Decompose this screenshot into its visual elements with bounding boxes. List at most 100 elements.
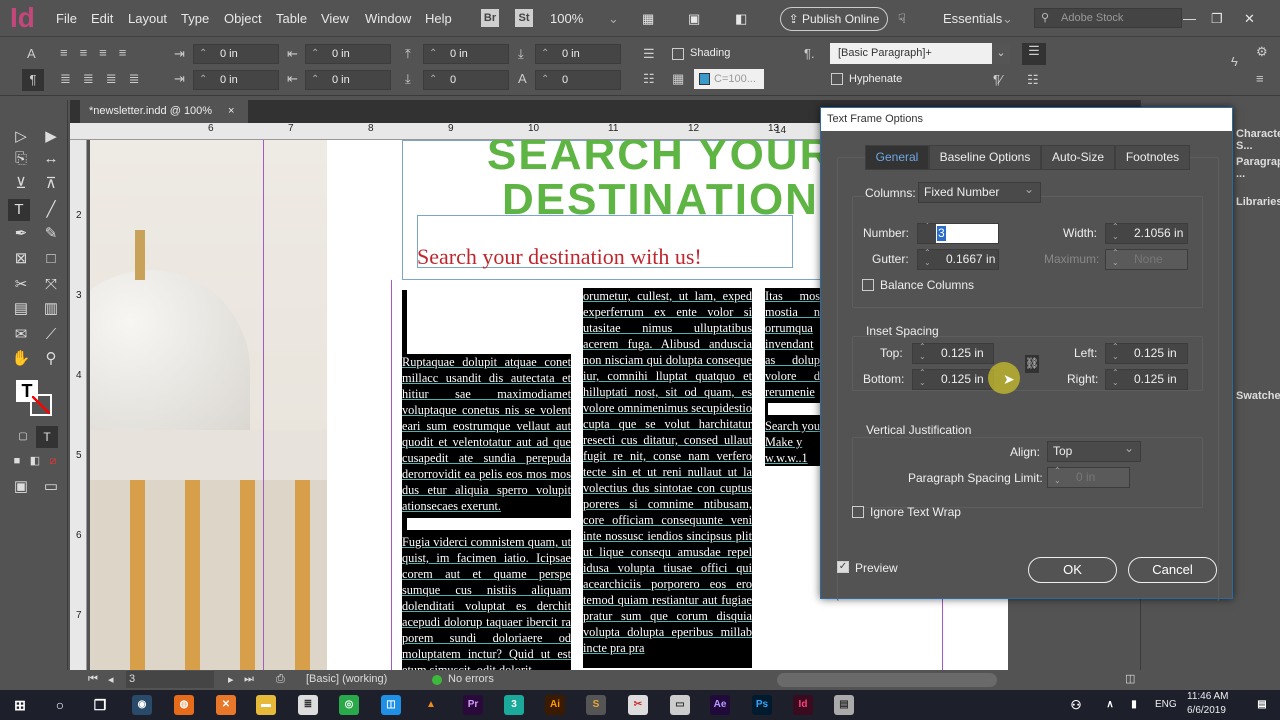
cancel-button[interactable]: Cancel — [1128, 557, 1217, 583]
clock-time[interactable]: 11:46 AM — [1187, 691, 1229, 702]
chevron-down-icon[interactable]: ⌄ — [1002, 11, 1013, 27]
pen-tool-icon[interactable]: ✒ — [10, 223, 32, 245]
last-line-indent-input[interactable]: 0 in — [305, 70, 391, 90]
pencil-tool-icon[interactable]: ✎ — [40, 223, 62, 245]
shading-color-select[interactable]: C=100... — [694, 69, 764, 89]
menu-table[interactable]: Table — [276, 11, 307, 26]
mosque-photo[interactable] — [90, 140, 327, 670]
inset-top-input[interactable]: 0.125 in — [912, 342, 994, 364]
shading-swatch-icon[interactable]: ▦ — [672, 71, 684, 87]
tab-auto-size[interactable]: Auto-Size — [1041, 145, 1115, 170]
split-window-icon[interactable]: ◫ — [1125, 672, 1135, 685]
menu-object[interactable]: Object — [224, 11, 262, 26]
photoshop-icon[interactable]: Ps — [752, 695, 772, 715]
document-tab[interactable]: *newsletter.indd @ 100% × — [80, 100, 248, 123]
language-indicator[interactable]: ENG — [1155, 699, 1177, 710]
stepper-icon[interactable] — [918, 224, 936, 243]
content-collector-icon[interactable]: ⊻ — [10, 173, 32, 195]
3dsmax-icon[interactable]: 3 — [504, 695, 524, 715]
restore-button[interactable]: ❐ — [1211, 11, 1223, 27]
rectangle-tool-icon[interactable]: □ — [40, 248, 62, 270]
stroke-none-icon[interactable] — [30, 394, 52, 416]
gradient-swatch-tool-icon[interactable]: ▤ — [10, 298, 32, 320]
bridge-button[interactable]: Br — [481, 9, 499, 27]
previous-page-icon[interactable]: ◂ — [108, 673, 114, 686]
drop-cap-chars-input[interactable]: 0 — [535, 70, 621, 90]
minimize-button[interactable]: — — [1183, 11, 1196, 26]
content-placer-icon[interactable]: ⊼ — [40, 173, 62, 195]
eyedropper-tool-icon[interactable]: ⟋ — [40, 324, 62, 346]
type-tool-icon[interactable]: T — [8, 199, 30, 221]
gap-tool-icon[interactable]: ↔ — [40, 148, 62, 170]
screen-recorder-icon[interactable]: ◫ — [381, 695, 401, 715]
adobe-stock-search[interactable]: ⚲ Adobe Stock — [1034, 8, 1182, 28]
scissors-tool-icon[interactable]: ✂ — [10, 274, 32, 296]
paragraph-style-select[interactable]: [Basic Paragraph]+ ⌄ — [830, 43, 1010, 64]
width-input[interactable]: 2.1056 in — [1105, 222, 1188, 244]
menu-window[interactable]: Window — [365, 11, 411, 26]
open-page-icon[interactable]: ⎙ — [276, 673, 285, 686]
text-column-2[interactable]: orumetur, cullest, ut lam, exped experfe… — [583, 288, 752, 668]
hand-tool-icon[interactable]: ✋ — [10, 348, 32, 370]
shading-checkbox[interactable] — [672, 48, 684, 60]
zoom-tool-icon[interactable]: ⚲ — [40, 348, 62, 370]
panel-paragraph-styles[interactable]: Paragraph ... — [1236, 156, 1280, 180]
horizontal-ruler[interactable]: 6 7 8 9 10 11 12 13 — [70, 123, 820, 140]
sublime-icon[interactable]: S — [586, 695, 606, 715]
selection-tool-icon[interactable]: ▷ — [10, 126, 32, 148]
first-page-icon[interactable]: ⏮ — [88, 673, 98, 686]
tray-app-icon[interactable]: ▮ — [1124, 695, 1144, 715]
chevron-down-icon[interactable]: ⌄ — [608, 11, 619, 27]
apply-none-icon[interactable]: ⧄ — [42, 450, 64, 472]
ignore-text-wrap-checkbox[interactable] — [852, 506, 864, 518]
panel-character-styles[interactable]: Character S... — [1236, 128, 1280, 152]
after-effects-icon[interactable]: Ae — [710, 695, 730, 715]
left-indent-input[interactable]: 0 in — [193, 44, 279, 64]
chrome-icon[interactable]: ◎ — [339, 695, 359, 715]
note-tool-icon[interactable]: ✉ — [10, 324, 32, 346]
ok-button[interactable]: OK — [1028, 557, 1117, 583]
gutter-input[interactable]: 0.1667 in — [917, 248, 999, 270]
menu-help[interactable]: Help — [425, 11, 452, 26]
formatting-text-icon[interactable]: T — [36, 426, 58, 448]
heading-line-1[interactable]: SEARCH YOUR — [487, 140, 833, 180]
formatting-container-icon[interactable]: ▢ — [12, 426, 34, 448]
preview-checkbox[interactable]: ✓ — [837, 561, 849, 573]
app-icon[interactable]: ≣ — [298, 695, 318, 715]
notifications-icon[interactable]: ▤ — [1252, 695, 1272, 715]
drop-cap-lines-input[interactable]: 0 — [423, 70, 509, 90]
first-line-indent-input[interactable]: 0 in — [193, 70, 279, 90]
subtitle-text[interactable]: Search your destination with us! — [417, 244, 702, 270]
tab-general[interactable]: General — [865, 145, 929, 170]
clock-date[interactable]: 6/6/2019 — [1187, 705, 1226, 716]
inset-left-input[interactable]: 0.125 in — [1105, 342, 1188, 364]
zoom-level[interactable]: 100% — [550, 11, 583, 26]
span-columns-icon[interactable]: ☷ — [1027, 72, 1039, 88]
character-mode-icon[interactable]: A — [27, 46, 36, 61]
xampp-icon[interactable]: ✕ — [216, 695, 236, 715]
last-page-icon[interactable]: ⏭ — [244, 673, 254, 686]
balance-columns-checkbox[interactable] — [862, 279, 874, 291]
windows-start-icon[interactable]: ⊞ — [10, 695, 30, 715]
tab-footnotes[interactable]: Footnotes — [1115, 145, 1190, 170]
cinema4d-icon[interactable]: ◉ — [132, 695, 152, 715]
illustrator-icon[interactable]: Ai — [545, 695, 565, 715]
menu-layout[interactable]: Layout — [128, 11, 167, 26]
menu-view[interactable]: View — [321, 11, 349, 26]
columns-select[interactable]: Fixed Number — [918, 180, 1041, 203]
direct-selection-tool-icon[interactable]: ▶ — [40, 126, 62, 148]
panel-swatches[interactable]: Swatches — [1236, 390, 1280, 402]
right-indent-input[interactable]: 0 in — [305, 44, 391, 64]
panel-menu-icon[interactable]: ≡ — [1256, 71, 1264, 86]
quick-apply-icon[interactable]: ϟ — [1231, 54, 1238, 69]
view-options-icon[interactable]: ▦ — [642, 11, 654, 27]
arrange-documents-icon[interactable]: ◧ — [735, 11, 747, 27]
file-explorer-icon[interactable]: ▬ — [256, 695, 276, 715]
preflight-profile[interactable]: [Basic] (working) — [306, 673, 387, 685]
free-transform-tool-icon[interactable]: ⤧ — [40, 274, 62, 296]
close-button[interactable]: ✕ — [1244, 11, 1255, 27]
text-column-1[interactable]: Ruptaquae dolupit atquae conet millacc u… — [402, 290, 571, 670]
horizontal-scrollbar[interactable] — [777, 673, 997, 687]
app-icon[interactable]: ▭ — [670, 695, 690, 715]
columns-icon[interactable]: ☰ — [1022, 43, 1046, 65]
